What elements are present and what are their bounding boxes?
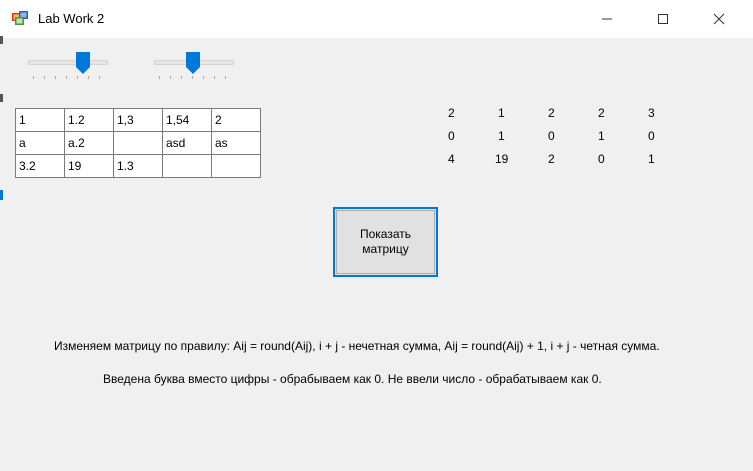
grid-cell xyxy=(113,154,163,178)
slider-tick xyxy=(203,76,204,79)
minimize-button[interactable] xyxy=(584,0,630,38)
input-note: Введена буква вместо цифры - обрабываем … xyxy=(103,372,602,386)
grid-cell xyxy=(211,154,261,178)
close-button[interactable] xyxy=(696,0,742,38)
window-title: Lab Work 2 xyxy=(38,11,105,26)
grid-cell-input[interactable] xyxy=(163,110,209,130)
background-window-fragment xyxy=(0,94,3,102)
grid-row xyxy=(15,131,261,155)
grid-row xyxy=(15,108,261,132)
grid-cell-input[interactable] xyxy=(163,156,209,176)
matrix-value: 19 xyxy=(495,152,509,166)
matrix-value: 3 xyxy=(648,106,655,120)
matrix-value: 0 xyxy=(448,129,455,143)
rule-description: Изменяем матрицу по правилу: Aij = round… xyxy=(54,339,660,353)
title-bar: Lab Work 2 xyxy=(0,0,753,38)
grid-cell xyxy=(15,131,65,155)
track-bar-2[interactable] xyxy=(154,52,234,82)
show-matrix-button[interactable]: Показать матрицу xyxy=(333,207,438,277)
matrix-value: 4 xyxy=(448,152,455,166)
grid-cell-input[interactable] xyxy=(65,133,111,153)
background-window-fragment xyxy=(0,190,3,200)
grid-cell xyxy=(113,131,163,155)
slider-tick xyxy=(44,76,45,79)
show-matrix-button-label: Показать матрицу xyxy=(359,227,411,256)
grid-cell xyxy=(64,154,114,178)
grid-cell-input[interactable] xyxy=(212,110,258,130)
grid-cell-input[interactable] xyxy=(114,110,160,130)
grid-cell xyxy=(162,131,212,155)
matrix-value: 2 xyxy=(448,106,455,120)
slider-tick xyxy=(181,76,182,79)
grid-cell xyxy=(113,108,163,132)
grid-cell-input[interactable] xyxy=(212,133,258,153)
grid-cell-input[interactable] xyxy=(212,156,258,176)
app-icon xyxy=(12,11,28,25)
slider-tick xyxy=(214,76,215,79)
matrix-value: 2 xyxy=(598,106,605,120)
grid-cell-input[interactable] xyxy=(114,133,160,153)
grid-cell-input[interactable] xyxy=(65,110,111,130)
matrix-value: 0 xyxy=(648,129,655,143)
grid-cell-input[interactable] xyxy=(16,133,62,153)
grid-cell xyxy=(211,131,261,155)
matrix-value: 2 xyxy=(548,152,555,166)
slider-thumb[interactable] xyxy=(76,52,90,74)
maximize-icon xyxy=(658,14,668,24)
grid-cell-input[interactable] xyxy=(16,110,62,130)
matrix-value: 0 xyxy=(548,129,555,143)
matrix-value: 1 xyxy=(498,129,505,143)
slider-tick xyxy=(192,76,193,79)
slider-tick xyxy=(225,76,226,79)
background-window-fragment xyxy=(0,36,3,44)
minimize-icon xyxy=(602,18,612,20)
grid-row xyxy=(15,154,261,178)
matrix-value: 2 xyxy=(548,106,555,120)
slider-thumb[interactable] xyxy=(186,52,200,74)
grid-cell xyxy=(64,131,114,155)
slider-tick xyxy=(99,76,100,79)
slider-tick xyxy=(159,76,160,79)
grid-cell xyxy=(162,154,212,178)
grid-cell-input[interactable] xyxy=(65,156,111,176)
matrix-value: 0 xyxy=(598,152,605,166)
grid-cell-input[interactable] xyxy=(163,133,209,153)
slider-tick xyxy=(66,76,67,79)
slider-track xyxy=(28,60,108,65)
grid-cell-input[interactable] xyxy=(16,156,62,176)
slider-tick xyxy=(170,76,171,79)
slider-tick xyxy=(77,76,78,79)
close-icon xyxy=(713,13,725,25)
track-bar-1[interactable] xyxy=(28,52,108,82)
maximize-button[interactable] xyxy=(640,0,686,38)
matrix-value: 1 xyxy=(598,129,605,143)
grid-cell xyxy=(162,108,212,132)
grid-cell xyxy=(211,108,261,132)
slider-tick xyxy=(33,76,34,79)
input-matrix-grid xyxy=(15,108,261,178)
slider-tick xyxy=(88,76,89,79)
grid-cell-input[interactable] xyxy=(114,156,160,176)
grid-cell xyxy=(64,108,114,132)
matrix-value: 1 xyxy=(498,106,505,120)
slider-tick xyxy=(55,76,56,79)
grid-cell xyxy=(15,108,65,132)
grid-cell xyxy=(15,154,65,178)
matrix-value: 1 xyxy=(648,152,655,166)
